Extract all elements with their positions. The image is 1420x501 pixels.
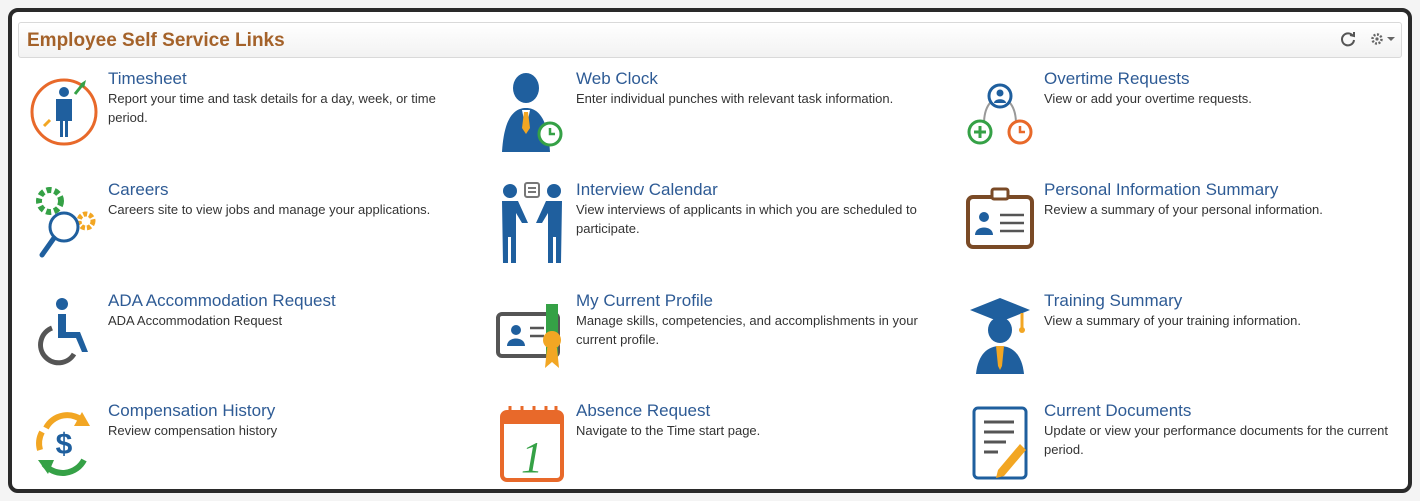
tile-title-compensation-history[interactable]: Compensation History: [108, 402, 468, 420]
svg-text:1: 1: [521, 433, 543, 482]
tile-desc-web-clock: Enter individual punches with relevant t…: [576, 91, 894, 106]
tile-desc-careers: Careers site to view jobs and manage you…: [108, 202, 431, 217]
tile-title-ada-accommodation-request[interactable]: ADA Accommodation Request: [108, 292, 468, 310]
chevron-down-icon: [1387, 37, 1395, 41]
svg-text:$: $: [56, 428, 73, 461]
profile-certificate-icon: [496, 304, 561, 368]
tile-overtime-requests[interactable]: Overtime Requests View or add your overt…: [964, 66, 1404, 152]
tile-desc-current-documents: Update or view your performance document…: [1044, 423, 1388, 457]
timesheet-icon: [30, 78, 98, 146]
tile-title-personal-information-summary[interactable]: Personal Information Summary: [1044, 181, 1404, 199]
tile-desc-overtime-requests: View or add your overtime requests.: [1044, 91, 1252, 106]
tile-title-my-current-profile[interactable]: My Current Profile: [576, 292, 941, 310]
gear-icon: [1371, 33, 1383, 45]
tile-training-summary[interactable]: Training Summary View a summary of your …: [964, 288, 1404, 374]
tile-ada-accommodation-request[interactable]: ADA Accommodation Request ADA Accommodat…: [28, 288, 468, 374]
overtime-icon: [967, 83, 1033, 145]
tile-title-careers[interactable]: Careers: [108, 181, 468, 199]
wheelchair-icon: [38, 298, 88, 366]
tile-title-current-documents[interactable]: Current Documents: [1044, 402, 1408, 420]
tile-desc-personal-information-summary: Review a summary of your personal inform…: [1044, 202, 1323, 217]
document-edit-icon: [972, 406, 1028, 480]
tile-desc-absence-request: Navigate to the Time start page.: [576, 423, 761, 438]
panel-header: Employee Self Service Links: [18, 22, 1402, 58]
tile-title-training-summary[interactable]: Training Summary: [1044, 292, 1404, 310]
tile-my-current-profile[interactable]: My Current Profile Manage skills, compet…: [496, 288, 941, 374]
tile-absence-request[interactable]: 1 Absence Request Navigate to the Time s…: [496, 398, 936, 484]
tile-title-overtime-requests[interactable]: Overtime Requests: [1044, 70, 1404, 88]
tile-careers[interactable]: Careers Careers site to view jobs and ma…: [28, 177, 468, 263]
tile-desc-training-summary: View a summary of your training informat…: [1044, 313, 1301, 328]
id-card-icon: [966, 187, 1034, 249]
tile-personal-information-summary[interactable]: Personal Information Summary Review a su…: [964, 177, 1404, 263]
dollar-cycle-icon: $: [36, 412, 90, 476]
settings-menu-button[interactable]: [1369, 28, 1397, 50]
tile-web-clock[interactable]: Web Clock Enter individual punches with …: [496, 66, 936, 152]
calendar-icon: 1: [500, 406, 564, 482]
tile-desc-interview-calendar: View interviews of applicants in which y…: [576, 202, 917, 236]
tile-title-absence-request[interactable]: Absence Request: [576, 402, 936, 420]
tile-timesheet[interactable]: Timesheet Report your time and task deta…: [28, 66, 468, 152]
web-clock-icon: [502, 73, 563, 152]
tile-compensation-history[interactable]: $ Compensation History Review compensati…: [28, 398, 468, 484]
tile-title-web-clock[interactable]: Web Clock: [576, 70, 936, 88]
tile-desc-compensation-history: Review compensation history: [108, 423, 278, 438]
careers-icon: [36, 187, 96, 258]
refresh-icon: [1341, 32, 1355, 47]
tile-title-interview-calendar[interactable]: Interview Calendar: [576, 181, 941, 199]
panel-title: Employee Self Service Links: [27, 30, 285, 51]
employee-self-service-panel: Employee Self Service Links Timesheet Re…: [8, 8, 1412, 493]
tile-desc-my-current-profile: Manage skills, competencies, and accompl…: [576, 313, 918, 347]
panel-actions: [1339, 28, 1397, 50]
tile-title-timesheet[interactable]: Timesheet: [108, 70, 468, 88]
tile-current-documents[interactable]: Current Documents Update or view your pe…: [964, 398, 1408, 484]
tile-desc-timesheet: Report your time and task details for a …: [108, 91, 436, 125]
graduate-icon: [970, 298, 1030, 374]
tile-desc-ada-accommodation-request: ADA Accommodation Request: [108, 313, 283, 328]
tile-interview-calendar[interactable]: Interview Calendar View interviews of ap…: [496, 177, 941, 263]
refresh-button[interactable]: [1339, 28, 1357, 50]
interview-icon: [502, 182, 562, 263]
